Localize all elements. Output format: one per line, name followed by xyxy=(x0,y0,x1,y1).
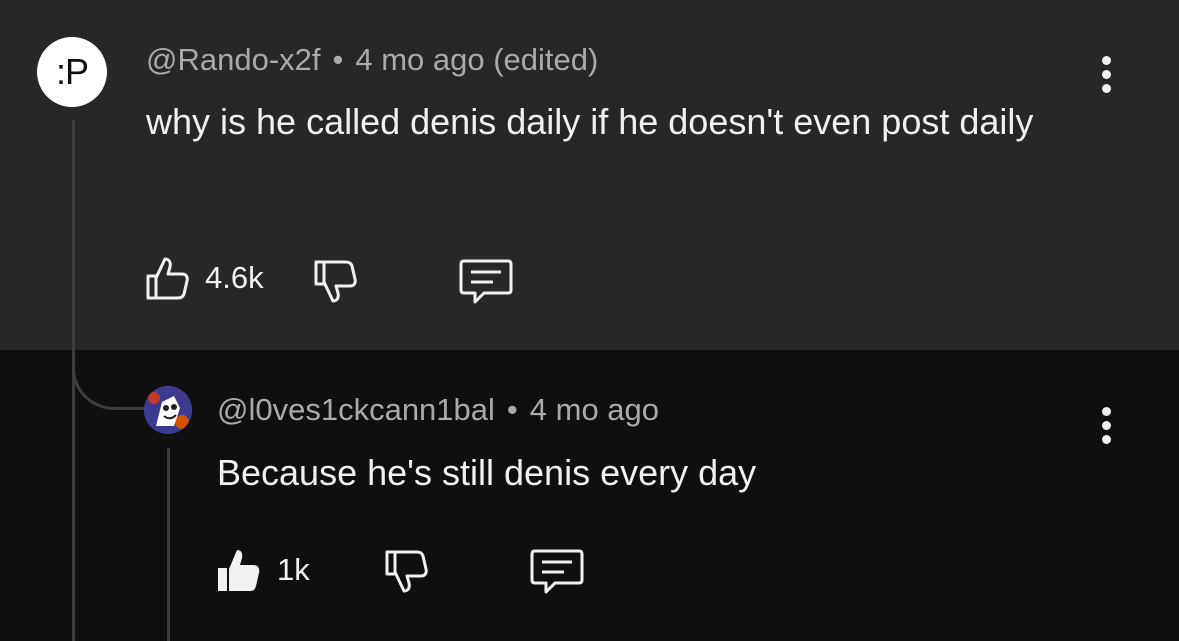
reply-avatar[interactable] xyxy=(144,386,192,434)
comment-meta: @Rando-x2f • 4 mo ago (edited) xyxy=(146,42,598,78)
comment-text: why is he called denis daily if he doesn… xyxy=(146,101,1034,142)
meta-separator: • xyxy=(506,392,518,427)
reply-timestamp: 4 mo ago xyxy=(529,392,660,427)
avatar-image xyxy=(144,386,192,434)
thumb-down-outline-icon[interactable] xyxy=(383,548,431,596)
reply-text: Because he's still denis every day xyxy=(217,452,757,493)
thumb-down-outline-icon[interactable] xyxy=(312,258,360,306)
thumb-up-outline-icon[interactable] xyxy=(144,254,192,302)
meta-separator: • xyxy=(332,42,344,77)
reply-thread-line xyxy=(167,448,170,641)
more-vertical-icon[interactable] xyxy=(1100,407,1112,449)
reply-like-count: 1k xyxy=(277,552,310,587)
avatar[interactable]: :P xyxy=(37,37,107,107)
comment-reply-icon[interactable] xyxy=(529,547,585,597)
more-vertical-icon[interactable] xyxy=(1100,56,1112,98)
comment-timestamp: 4 mo ago (edited) xyxy=(355,42,599,77)
reply-author-name[interactable]: @l0ves1ckcann1bal xyxy=(217,392,495,427)
thumb-up-filled-icon[interactable] xyxy=(215,545,263,595)
author-name[interactable]: @Rando-x2f xyxy=(146,42,321,77)
like-count: 4.6k xyxy=(205,260,264,295)
comment-reply-icon[interactable] xyxy=(458,257,514,307)
reply-meta: @l0ves1ckcann1bal • 4 mo ago xyxy=(217,392,659,428)
